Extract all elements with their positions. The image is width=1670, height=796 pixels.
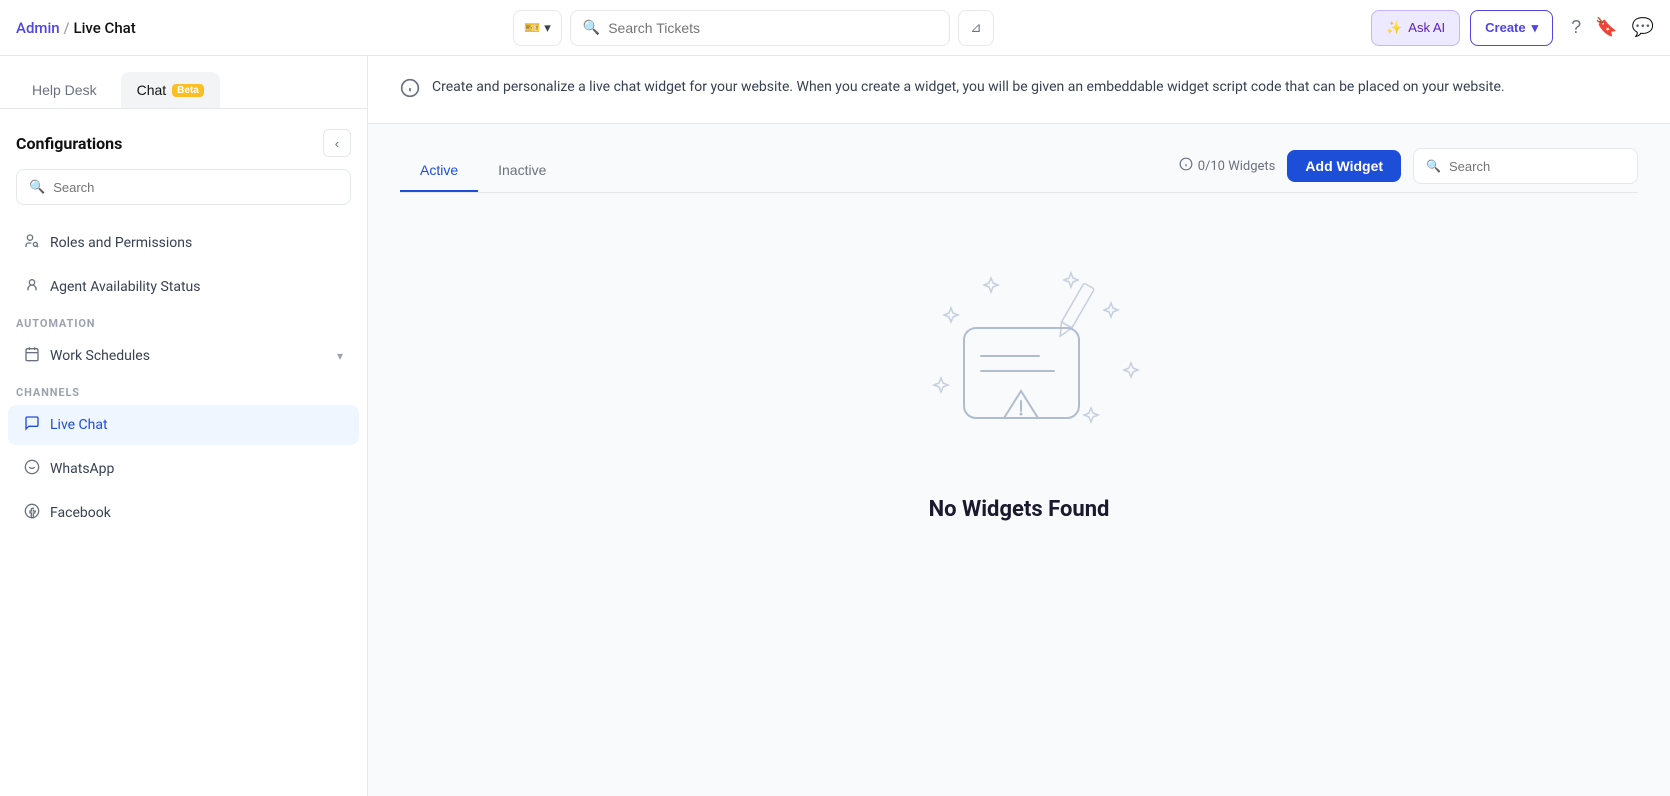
- ticket-type-button[interactable]: 🎫 ▾: [513, 10, 562, 46]
- sidebar-item-live-chat[interactable]: Live Chat: [8, 405, 359, 445]
- whatsapp-icon: [24, 459, 40, 479]
- main-content: Create and personalize a live chat widge…: [368, 56, 1670, 796]
- create-button[interactable]: Create ▾: [1470, 10, 1553, 46]
- help-button[interactable]: ?: [1571, 17, 1581, 38]
- breadcrumb-page: Live Chat: [74, 19, 136, 37]
- widget-count: 0/10 Widgets: [1179, 157, 1276, 175]
- sidebar-item-work-schedules[interactable]: Work Schedules ▾: [8, 336, 359, 376]
- collapse-sidebar-button[interactable]: ‹: [323, 129, 351, 157]
- tab-inactive-label: Inactive: [498, 162, 546, 178]
- nav-center: 🎫 ▾ 🔍 ⊿: [148, 10, 1359, 46]
- search-widget: 🔍: [1413, 148, 1638, 184]
- ask-ai-label: Ask AI: [1408, 20, 1445, 35]
- section-label-automation: AUTOMATION: [0, 309, 367, 334]
- brand-breadcrumb: Admin / Live Chat: [16, 19, 136, 37]
- widget-count-label: 0/10 Widgets: [1198, 159, 1276, 174]
- search-icon: 🔍: [1426, 159, 1441, 173]
- breadcrumb-slash: /: [64, 19, 70, 37]
- info-circle-icon: [1179, 157, 1193, 175]
- info-icon: [400, 78, 420, 103]
- sidebar-item-facebook[interactable]: Facebook: [8, 493, 359, 533]
- section-label-channels: CHANNELS: [0, 378, 367, 403]
- brand-admin[interactable]: Admin: [16, 19, 60, 37]
- sidebar-item-work-schedules-label: Work Schedules: [50, 348, 150, 364]
- tabs-row: Active Inactive 0/10 Widgets Add Widget: [400, 148, 1638, 193]
- beta-badge: Beta: [172, 84, 204, 97]
- sidebar-item-roles[interactable]: Roles and Permissions: [8, 223, 359, 263]
- search-icon: 🔍: [29, 180, 45, 195]
- facebook-icon: [24, 503, 40, 523]
- work-schedules-icon: [24, 346, 40, 366]
- search-icon: 🔍: [583, 20, 600, 36]
- sidebar-item-facebook-label: Facebook: [50, 505, 111, 521]
- info-text: Create and personalize a live chat widge…: [432, 76, 1505, 98]
- tab-inactive[interactable]: Inactive: [478, 150, 566, 192]
- nav-actions: ✨ Ask AI Create ▾ ? 🔖 💬: [1371, 10, 1654, 46]
- tab-active-label: Active: [420, 162, 458, 178]
- empty-state: No Widgets Found: [400, 193, 1638, 582]
- sidebar-search: 🔍: [16, 169, 351, 205]
- sidebar-item-roles-label: Roles and Permissions: [50, 235, 192, 251]
- filter-button[interactable]: ⊿: [958, 10, 994, 46]
- search-bar: 🔍: [570, 10, 950, 46]
- chevron-down-icon: ▾: [544, 20, 551, 36]
- add-widget-button[interactable]: Add Widget: [1287, 150, 1401, 182]
- tab-helpdesk[interactable]: Help Desk: [16, 72, 113, 108]
- sidebar-search-input[interactable]: [53, 180, 338, 195]
- info-banner: Create and personalize a live chat widge…: [368, 56, 1670, 124]
- nav-icons: ? 🔖 💬: [1571, 17, 1654, 38]
- app-layout: Help Desk Chat Beta Configurations ‹ 🔍 R…: [0, 56, 1670, 796]
- add-widget-label: Add Widget: [1305, 158, 1383, 174]
- sidebar-item-agent-status-label: Agent Availability Status: [50, 279, 201, 295]
- sidebar-tabs: Help Desk Chat Beta: [0, 56, 367, 109]
- sidebar-item-whatsapp[interactable]: WhatsApp: [8, 449, 359, 489]
- chevron-down-icon: ▾: [337, 349, 343, 363]
- notifications-button[interactable]: 💬: [1632, 17, 1654, 38]
- ask-ai-button[interactable]: ✨ Ask AI: [1371, 10, 1460, 46]
- top-nav: Admin / Live Chat 🎫 ▾ 🔍 ⊿ ✨ Ask AI Creat…: [0, 0, 1670, 56]
- content-area: Active Inactive 0/10 Widgets Add Widget: [368, 124, 1670, 606]
- search-tickets-input[interactable]: [608, 20, 937, 36]
- empty-illustration: [889, 253, 1149, 473]
- search-widget-input[interactable]: [1449, 159, 1625, 174]
- filter-icon: ⊿: [970, 20, 981, 36]
- ticket-icon: 🎫: [524, 20, 540, 36]
- empty-state-title: No Widgets Found: [929, 497, 1110, 522]
- sidebar: Help Desk Chat Beta Configurations ‹ 🔍 R…: [0, 56, 368, 796]
- tab-chat[interactable]: Chat Beta: [121, 72, 220, 108]
- ai-icon: ✨: [1386, 20, 1402, 36]
- roles-icon: [24, 233, 40, 253]
- agent-status-icon: [24, 277, 40, 297]
- sidebar-item-agent-status[interactable]: Agent Availability Status: [8, 267, 359, 307]
- sidebar-header: Configurations ‹: [0, 109, 367, 169]
- sidebar-item-live-chat-label: Live Chat: [50, 417, 108, 433]
- tab-chat-label: Chat: [137, 82, 167, 98]
- tab-active[interactable]: Active: [400, 150, 478, 192]
- chevron-down-icon: ▾: [1532, 20, 1539, 36]
- create-label: Create: [1485, 20, 1525, 35]
- tabs-left: Active Inactive: [400, 150, 566, 191]
- sidebar-title: Configurations: [16, 134, 122, 153]
- live-chat-icon: [24, 415, 40, 435]
- bookmark-button[interactable]: 🔖: [1595, 17, 1617, 38]
- sidebar-item-whatsapp-label: WhatsApp: [50, 461, 114, 477]
- tab-helpdesk-label: Help Desk: [32, 82, 97, 98]
- tabs-right: 0/10 Widgets Add Widget 🔍: [1179, 148, 1638, 192]
